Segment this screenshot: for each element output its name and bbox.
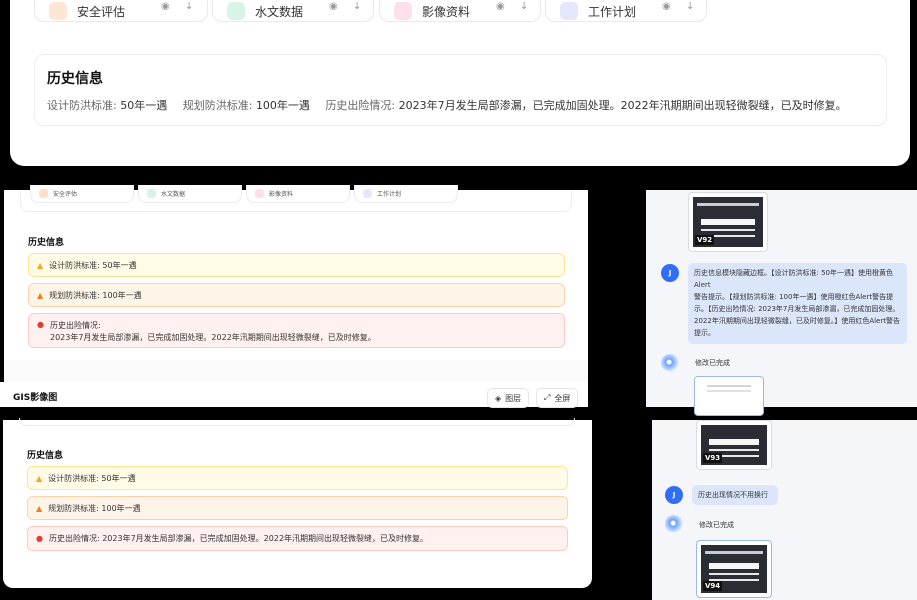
alert-history-risk: ● 历史出险情况: 2023年7月发生局部渗漏，已完成加固处理。2022年汛期期… bbox=[28, 313, 565, 348]
version-badge: V93 bbox=[703, 453, 723, 463]
tab-images[interactable]: 影像资料 bbox=[246, 185, 350, 203]
download-icon[interactable]: ↓ bbox=[520, 1, 528, 12]
tab-label: 安全评估 bbox=[77, 4, 126, 19]
history-line: 设计防洪标准: 50年一遇 规划防洪标准: 100年一遇 历史出险情况: 202… bbox=[47, 97, 847, 113]
alert-text: 规划防洪标准: 100年一遇 bbox=[49, 290, 142, 300]
alert-plan-standard: ▲ 规划防洪标准: 100年一遇 bbox=[28, 283, 565, 307]
version-thumbnail[interactable]: V94 bbox=[696, 540, 772, 598]
chat-panel-1: V92 J 历史信息模块隐藏边框。【设计防洪标准: 50年一遇】使用橙黄色Ale… bbox=[646, 190, 917, 416]
warning-icon: ▲ bbox=[36, 473, 43, 483]
user-avatar: J bbox=[661, 264, 679, 282]
plan-standard-value: 100年一遇 bbox=[255, 99, 310, 112]
chat-panel-2: V93 J 历史出现情况不用换行 修改已完成 V94 bbox=[652, 420, 917, 600]
error-icon: ● bbox=[37, 320, 44, 329]
tab-label: 水文数据 bbox=[161, 191, 186, 198]
tab-work-plan[interactable]: 工作计划 ◉ ↓ bbox=[545, 0, 707, 22]
eye-icon[interactable]: ◉ bbox=[329, 1, 338, 12]
alert-title: 历史出险情况: bbox=[49, 321, 101, 330]
fullscreen-label: 全屏 bbox=[554, 393, 571, 403]
alert-design-standard: ▲ 设计防洪标准: 50年一遇 bbox=[27, 466, 568, 490]
image-icon bbox=[255, 189, 264, 198]
warning-icon: ▲ bbox=[36, 503, 43, 513]
user-message: 历史出现情况不用换行 bbox=[692, 485, 778, 505]
history-title: 历史信息 bbox=[47, 71, 103, 87]
alert-text: 规划防洪标准: 100年一遇 bbox=[48, 503, 141, 513]
tab-safety-eval[interactable]: 安全评估 bbox=[30, 185, 134, 203]
tab-label: 工作计划 bbox=[377, 191, 402, 198]
alert-body: 历史出险情况: 2023年7月发生局部渗漏，已完成加固处理。2022年汛期期间出… bbox=[50, 320, 376, 344]
card-edge bbox=[19, 418, 575, 426]
plan-standard-key: 规划防洪标准: bbox=[182, 99, 253, 112]
divider-strip bbox=[4, 360, 588, 382]
history-title: 历史信息 bbox=[28, 238, 65, 248]
warning-icon: ▲ bbox=[37, 290, 44, 300]
assistant-avatar-icon bbox=[665, 515, 683, 533]
download-icon[interactable]: ↓ bbox=[686, 1, 694, 12]
user-avatar: J bbox=[665, 486, 683, 504]
version-thumbnail[interactable]: V93 bbox=[696, 420, 772, 470]
alert-history-risk: ● 历史出险情况: 2023年7月发生局部渗漏，已完成加固处理。2022年汛期期… bbox=[27, 526, 568, 551]
design-standard-key: 设计防洪标准: bbox=[47, 99, 117, 112]
version-thumbnail[interactable] bbox=[694, 376, 764, 416]
assistant-reply: 修改已完成 bbox=[699, 521, 734, 529]
image-icon bbox=[394, 2, 412, 20]
assistant-avatar-icon bbox=[661, 354, 679, 372]
user-message: 历史信息模块隐藏边框。【设计防洪标准: 50年一遇】使用橙黄色Alert 警告提… bbox=[688, 263, 907, 344]
alert-text: 历史出险情况: 2023年7月发生局部渗漏，已完成加固处理。2022年汛期期间出… bbox=[48, 534, 429, 543]
layers-button[interactable]: ◈ 图层 bbox=[487, 388, 530, 408]
history-risk-key: 历史出险情况: bbox=[325, 99, 396, 112]
history-risk-value: 2023年7月发生局部渗漏，已完成加固处理。2022年汛期期间出现轻微裂缝，已及… bbox=[398, 99, 847, 112]
history-alerts-panel-v1: 安全评估 水文数据 影像资料 工作计划 历史信息 ▲ 设计防洪标准: 50年一遇… bbox=[4, 185, 588, 407]
safety-icon bbox=[49, 2, 67, 20]
tab-label: 影像资料 bbox=[422, 4, 471, 19]
fullscreen-button[interactable]: ⤢ 全屏 bbox=[536, 388, 579, 408]
history-title: 历史信息 bbox=[27, 451, 64, 461]
fullscreen-icon: ⤢ bbox=[544, 393, 551, 402]
history-alerts-panel-v2: 历史信息 ▲ 设计防洪标准: 50年一遇 ▲ 规划防洪标准: 100年一遇 ● … bbox=[3, 418, 592, 588]
tab-work-plan[interactable]: 工作计划 bbox=[354, 185, 458, 203]
alert-text: 2023年7月发生局部渗漏，已完成加固处理。2022年汛期期间出现轻微裂缝，已及… bbox=[49, 333, 376, 342]
assistant-reply: 修改已完成 bbox=[695, 359, 730, 367]
list-icon bbox=[560, 2, 578, 20]
eye-icon[interactable]: ◉ bbox=[662, 1, 671, 12]
tab-label: 水文数据 bbox=[255, 4, 304, 19]
alert-plan-standard: ▲ 规划防洪标准: 100年一遇 bbox=[27, 496, 568, 520]
thumbnail-screen bbox=[699, 381, 759, 411]
eye-icon[interactable]: ◉ bbox=[161, 1, 170, 12]
tab-hydrology[interactable]: 水文数据 bbox=[138, 185, 242, 203]
chart-icon bbox=[147, 189, 156, 198]
eye-icon[interactable]: ◉ bbox=[496, 1, 505, 12]
version-thumbnail[interactable]: V92 bbox=[688, 192, 768, 252]
tab-hydrology[interactable]: 水文数据 ◉ ↓ bbox=[212, 0, 374, 22]
tab-label: 影像资料 bbox=[269, 191, 294, 198]
warning-icon: ▲ bbox=[37, 260, 44, 270]
tab-images[interactable]: 影像资料 ◉ ↓ bbox=[379, 0, 541, 22]
tab-label: 工作计划 bbox=[588, 4, 637, 19]
version-badge: V94 bbox=[703, 581, 723, 591]
top-panel: 安全评估 ◉ ↓ 水文数据 ◉ ↓ 影像资料 ◉ ↓ 工作计划 ◉ ↓ 历史信息… bbox=[10, 0, 910, 166]
layers-label: 图层 bbox=[505, 393, 522, 403]
alert-text: 设计防洪标准: 50年一遇 bbox=[49, 260, 137, 270]
tab-label: 安全评估 bbox=[53, 191, 78, 198]
list-icon bbox=[363, 189, 372, 198]
alert-text: 设计防洪标准: 50年一遇 bbox=[48, 473, 136, 483]
download-icon[interactable]: ↓ bbox=[185, 1, 193, 12]
tab-safety-eval[interactable]: 安全评估 ◉ ↓ bbox=[34, 0, 208, 22]
error-icon: ● bbox=[36, 534, 43, 543]
chart-icon bbox=[227, 2, 245, 20]
version-badge: V92 bbox=[695, 235, 715, 245]
layers-icon: ◈ bbox=[495, 393, 502, 403]
history-card: 历史信息 设计防洪标准: 50年一遇 规划防洪标准: 100年一遇 历史出险情况… bbox=[34, 54, 887, 126]
design-standard-value: 50年一遇 bbox=[120, 99, 168, 112]
download-icon[interactable]: ↓ bbox=[353, 1, 361, 12]
safety-icon bbox=[39, 189, 48, 198]
gis-title: GIS影像图 bbox=[13, 393, 58, 403]
alert-design-standard: ▲ 设计防洪标准: 50年一遇 bbox=[28, 253, 565, 277]
